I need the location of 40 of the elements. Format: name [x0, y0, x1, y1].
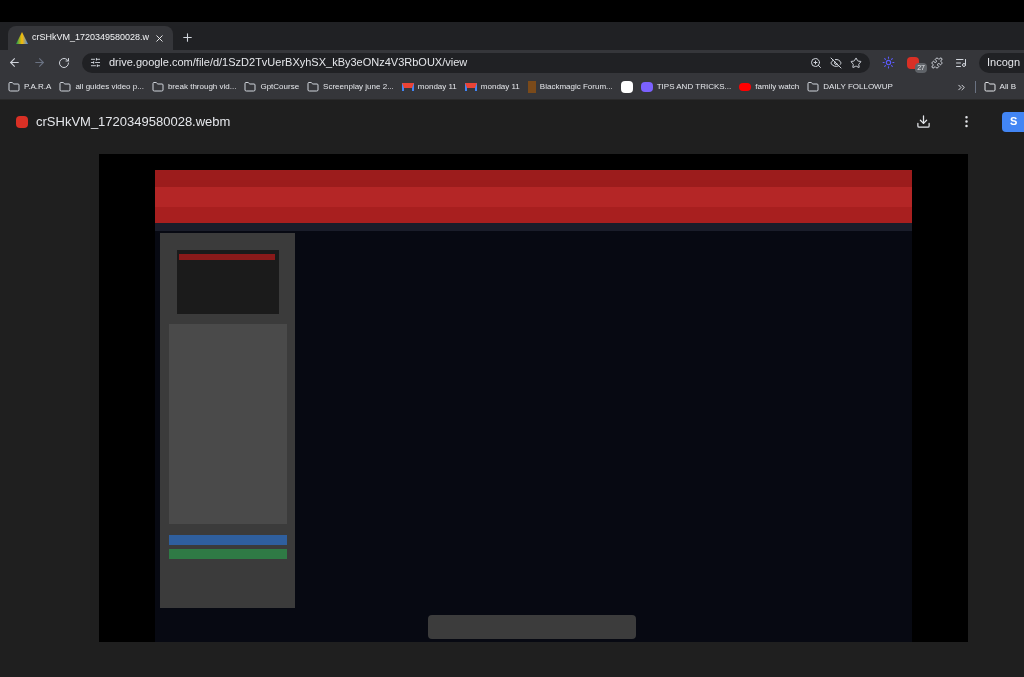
reload-icon[interactable] — [58, 56, 70, 69]
back-icon[interactable] — [8, 56, 21, 69]
folder-icon — [983, 81, 996, 93]
folder-icon — [244, 81, 257, 93]
eye-off-icon[interactable] — [829, 56, 842, 69]
file-name: crSHkVM_1720349580028.webm — [36, 112, 231, 131]
bookmark[interactable]: all guides video p... — [59, 81, 144, 93]
bookmark[interactable]: DAILY FOLLOWUP — [807, 81, 893, 93]
extension-icon[interactable] — [881, 56, 895, 69]
site-settings-icon[interactable] — [90, 57, 101, 68]
bookmark[interactable]: family watch — [739, 81, 800, 93]
share-button[interactable]: S — [1002, 111, 1024, 132]
bookmark[interactable]: monday 11 — [464, 81, 520, 93]
bookmark[interactable]: break through vid... — [151, 81, 237, 93]
drive-icon — [16, 32, 28, 44]
bookmark[interactable]: Blackmagic Forum... — [527, 81, 613, 93]
folder-icon — [151, 81, 164, 93]
bookmark[interactable]: TIPS AND TRICKS... — [640, 81, 732, 93]
all-bookmarks[interactable]: All B — [983, 81, 1016, 93]
folder-icon — [807, 81, 820, 93]
bookmark[interactable]: P.A.R.A — [8, 81, 52, 93]
youtube-icon — [739, 83, 752, 91]
incognito-button[interactable]: Incogn — [978, 52, 1024, 73]
folder-icon — [307, 81, 320, 93]
address-bar[interactable]: drive.google.com/file/d/1SzD2TvUerBXyhSX_kBy3eONz4V3RbOUX/view — [82, 52, 870, 73]
new-tab-icon[interactable] — [181, 31, 194, 44]
forward-icon[interactable] — [33, 56, 46, 69]
url-text: drive.google.com/file/d/1SzD2TvUerBXyhSX_kBy3eONz4V3RbOUX/view — [109, 55, 469, 71]
bookmark[interactable]: Screenplay june 2... — [307, 81, 394, 93]
download-icon[interactable] — [916, 114, 931, 129]
close-icon[interactable] — [154, 32, 165, 44]
bookmark[interactable]: monday 11 — [401, 81, 457, 93]
star-icon[interactable] — [849, 56, 862, 69]
zoom-icon[interactable] — [809, 56, 822, 69]
folder-icon — [59, 81, 72, 93]
browser-tab[interactable]: crSHkVM_1720349580028.w — [8, 26, 173, 50]
folder-icon — [8, 81, 20, 93]
media-icon[interactable] — [954, 56, 967, 69]
bookmark[interactable]: GptCourse — [244, 81, 300, 93]
extensions-icon[interactable] — [930, 56, 943, 69]
